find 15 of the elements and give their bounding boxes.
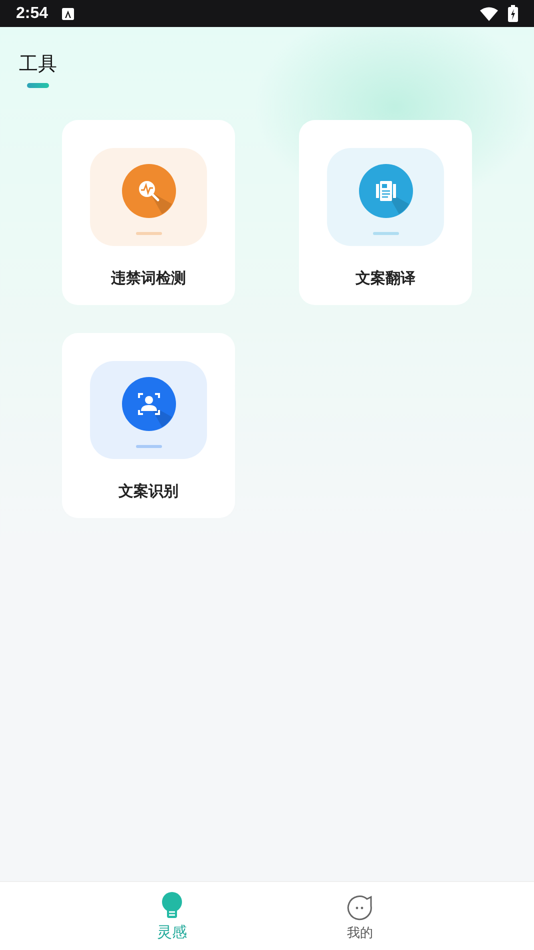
lightbulb-icon [160, 892, 184, 920]
tool-card[interactable]: 文案识别 [62, 333, 235, 518]
tool-card[interactable]: 文案翻译 [299, 120, 472, 305]
notification-icon [62, 8, 74, 20]
tool-label: 违禁词检测 [111, 269, 186, 288]
battery-icon [508, 5, 518, 22]
status-time: 2:54 [16, 4, 48, 22]
tool-card[interactable]: 违禁词检测 [62, 120, 235, 305]
wifi-icon [480, 6, 498, 20]
face-icon [347, 895, 373, 921]
tab-item[interactable]: 我的 [312, 882, 408, 950]
tool-label: 文案翻译 [356, 269, 416, 288]
page-title: 工具 [19, 53, 58, 75]
tool-label: 文案识别 [118, 482, 178, 501]
title-underline [27, 83, 49, 88]
